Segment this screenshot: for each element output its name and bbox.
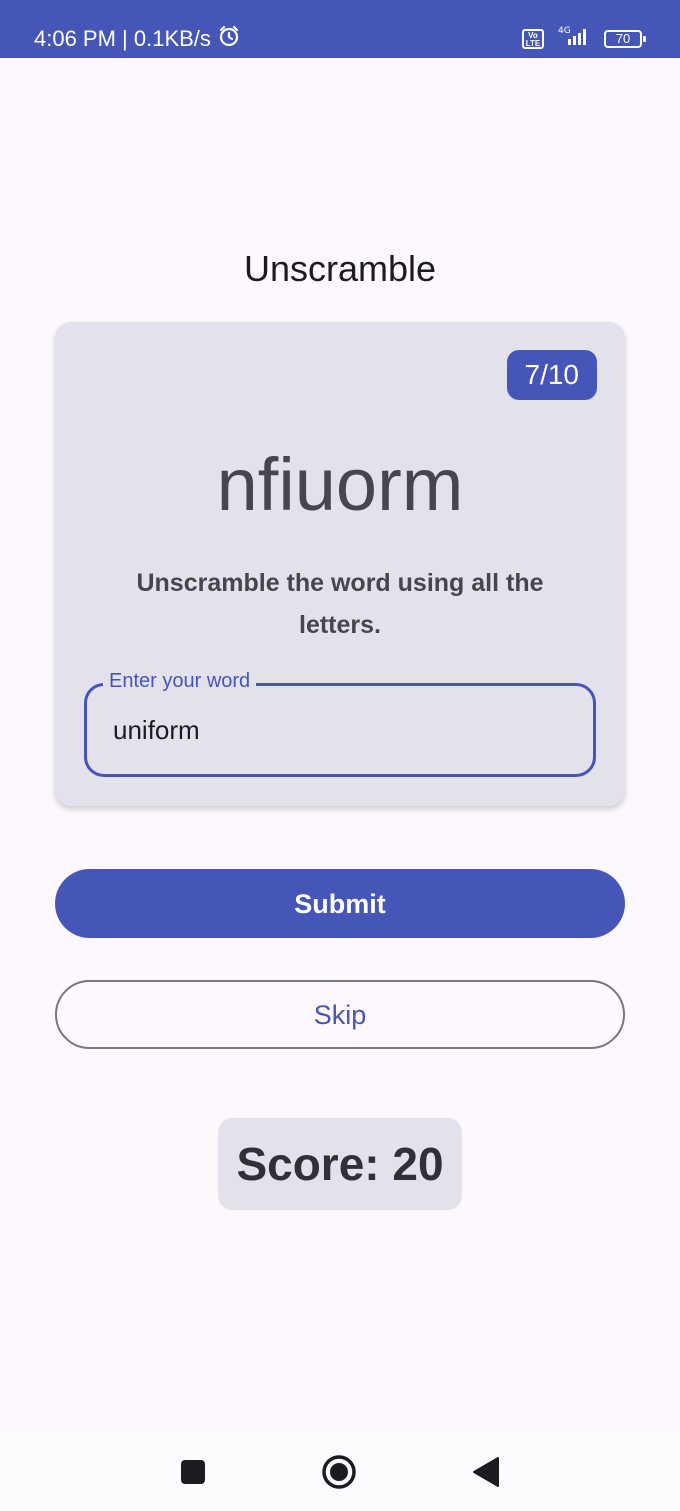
network-type-label: 4G bbox=[558, 26, 571, 36]
square-icon bbox=[181, 1460, 205, 1484]
status-time: 4:06 PM | 0.1KB/s bbox=[34, 26, 211, 51]
word-input[interactable] bbox=[113, 710, 553, 750]
page-title: Unscramble bbox=[243, 248, 437, 289]
word-input-container[interactable]: Enter your word bbox=[84, 669, 596, 777]
signal-icon: 4G bbox=[554, 24, 594, 53]
skip-button[interactable]: Skip bbox=[55, 980, 625, 1049]
game-card: 7/10 nfiuorm Unscramble the word using a… bbox=[55, 322, 625, 806]
word-input-label: Enter your word bbox=[103, 669, 257, 693]
home-circle-icon bbox=[322, 1455, 356, 1489]
back-button[interactable] bbox=[466, 1452, 506, 1492]
status-left: 4:06 PM | 0.1KB/s bbox=[34, 24, 241, 54]
scrambled-word: nfiuorm bbox=[216, 443, 464, 526]
back-triangle-icon bbox=[473, 1457, 499, 1487]
recents-button[interactable] bbox=[173, 1452, 213, 1492]
home-button[interactable] bbox=[319, 1452, 359, 1492]
battery-icon: 70 bbox=[604, 29, 646, 48]
word-counter-badge: 7/10 bbox=[506, 350, 597, 400]
volte-icon: Vo LTE bbox=[522, 28, 544, 49]
alarm-icon bbox=[217, 24, 241, 54]
navigation-bar bbox=[0, 1430, 680, 1511]
status-bar: 4:06 PM | 0.1KB/s Vo LTE 4G 70 bbox=[0, 0, 680, 58]
submit-button[interactable]: Submit bbox=[55, 869, 625, 938]
instructions-text: Unscramble the word using all the letter… bbox=[136, 569, 544, 639]
status-right: Vo LTE 4G 70 bbox=[522, 24, 646, 53]
score-display: Score: 20 bbox=[218, 1118, 462, 1210]
